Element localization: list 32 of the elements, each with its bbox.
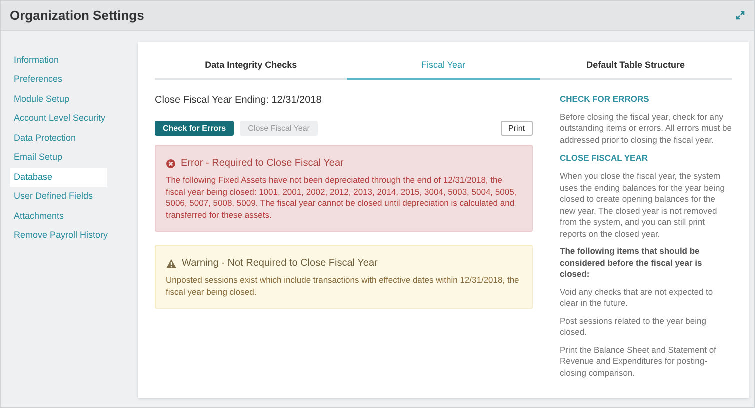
- help-heading: CLOSE FISCAL YEAR: [560, 152, 650, 165]
- sidebar-item[interactable]: Module Setup: [10, 90, 107, 109]
- sidebar-item[interactable]: Remove Payroll History: [10, 226, 107, 246]
- alert-message: Unposted sessions exist which include transactions with effective dates within 12/31/2018, the fiscal year being closed.: [166, 275, 520, 298]
- sidebar-item[interactable]: Attachments: [10, 207, 107, 226]
- tab[interactable]: Default Table Structure: [540, 53, 732, 80]
- alert-message: The following Fixed Assets have not been depreciated through the end of 12/31/2018, the fiscal year being closed: 1001, 2001, 2002, 2012, 2013, 2014, 2015, 3004, 5003, 5004, 5005, 5006, 5007, 5008, 5009. The fiscal year cannot be closed until depreciation is calculated and transferred for these assets.: [166, 175, 518, 221]
- print-button[interactable]: Print: [500, 121, 533, 136]
- page-title: Organization Settings: [10, 6, 144, 25]
- sidebar-item[interactable]: Data Protection: [10, 129, 107, 148]
- expand-icon[interactable]: [736, 11, 745, 20]
- tab[interactable]: Data Integrity Checks: [155, 53, 348, 80]
- fiscal-year-ending: Close Fiscal Year Ending: 12/31/2018: [155, 94, 323, 108]
- check-errors-button[interactable]: Check for Errors: [155, 121, 234, 136]
- help-text: Void any checks that are not expected to clear in the future.: [560, 286, 714, 310]
- warning-icon: [166, 258, 177, 268]
- sidebar-item[interactable]: Database: [10, 168, 107, 187]
- help-text: Print the Balance Sheet and Statement of Revenue and Expenditures for posting-closing comparison.: [560, 344, 718, 379]
- help-text: Before closing the fiscal year, check for any outstanding items or errors. All errors must be addressed prior to closing the fiscal year.: [560, 112, 732, 146]
- sidebar-item[interactable]: Account Level Security: [10, 110, 107, 128]
- alert-title: Warning - Not Required to Close Fiscal Year: [182, 257, 378, 271]
- alert-title: Error - Required to Close Fiscal Year: [181, 157, 344, 171]
- help-text: Post sessions related to the year being closed.: [560, 316, 708, 338]
- error-icon: [166, 158, 176, 168]
- tab[interactable]: Fiscal Year: [347, 53, 540, 80]
- sidebar-item[interactable]: Information: [10, 51, 107, 70]
- help-note: The following items that should be considered before the fiscal year is closed:: [560, 246, 704, 280]
- help-heading: CHECK FOR ERRORS: [560, 93, 650, 106]
- sidebar-item[interactable]: Email Setup: [10, 148, 107, 168]
- sidebar-item[interactable]: Preferences: [10, 70, 107, 90]
- help-text: When you close the fiscal year, the system uses the ending balances for the year being closed to create opening balances for the new year. The closed year is not removed from the system, and you can still print reports on the closed year.: [560, 171, 726, 240]
- sidebar-item[interactable]: User Defined Fields: [10, 188, 107, 206]
